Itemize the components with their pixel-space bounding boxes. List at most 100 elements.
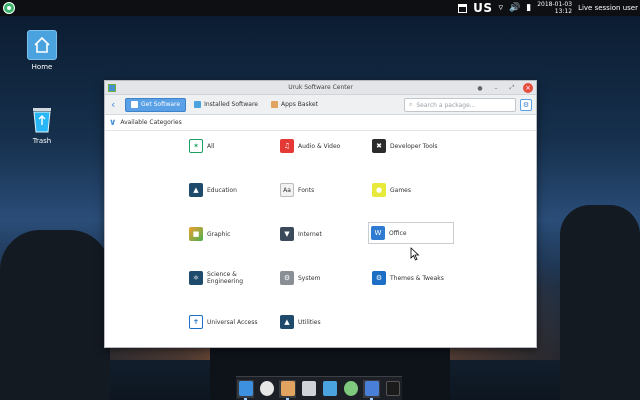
category-internet[interactable]: ▼ Internet	[278, 223, 364, 245]
category-label: Games	[390, 186, 411, 194]
window-menu-icon[interactable]: ●	[475, 85, 485, 92]
games-icon: ●	[372, 183, 386, 197]
running-indicator	[286, 397, 289, 400]
category-office[interactable]: W Office	[368, 222, 454, 244]
category-label: Office	[389, 229, 407, 237]
minimize-icon[interactable]: –	[491, 85, 501, 92]
back-chevron-icon[interactable]: ‹	[111, 98, 121, 111]
clock-date: 2018-01-03	[537, 1, 573, 8]
tools-icon: ✖	[372, 139, 386, 153]
window-titlebar[interactable]: Uruk Software Center ● – ⤢ ×	[105, 81, 536, 95]
category-themes-tweaks[interactable]: ⚙ Themes & Tweaks	[370, 267, 456, 289]
system-tray: US ▿ 🔊 ▮ 2018-01-03 13:12 Live session u…	[458, 0, 638, 16]
category-label: Universal Access	[207, 318, 258, 326]
category-label: Internet	[298, 230, 322, 238]
category-graphic[interactable]: ■ Graphic	[187, 223, 273, 245]
installed-software-button[interactable]: Installed Software	[189, 98, 263, 112]
education-icon: ▲	[189, 183, 203, 197]
battery-icon[interactable]: ▮	[526, 3, 531, 13]
maximize-icon[interactable]: ⤢	[507, 84, 517, 92]
desktop-icon-label: Home	[31, 63, 53, 71]
get-software-label: Get Software	[141, 101, 181, 108]
volume-icon[interactable]: 🔊	[509, 3, 520, 13]
category-label: Themes & Tweaks	[390, 274, 444, 282]
home-folder-icon	[27, 30, 57, 60]
system-gear-icon: ⚙	[280, 271, 294, 285]
settings-icon	[343, 381, 358, 396]
category-science-engineering[interactable]: ⚛ Science & Engineering	[187, 267, 273, 289]
music-note-icon: ♫	[280, 139, 294, 153]
search-input[interactable]	[416, 101, 505, 109]
all-apps-icon: ✶	[189, 139, 203, 153]
wallpaper-silo-left	[0, 230, 110, 400]
get-software-button[interactable]: Get Software	[125, 97, 187, 112]
section-label: Available Categories	[120, 119, 182, 126]
dock	[236, 376, 402, 400]
category-fonts[interactable]: Aa Fonts	[278, 179, 364, 201]
category-developer-tools[interactable]: ✖ Developer Tools	[370, 135, 456, 157]
keyboard-layout-indicator[interactable]: US	[473, 1, 492, 15]
atom-icon: ⚛	[189, 271, 203, 285]
installed-software-icon	[194, 101, 202, 108]
software-center-window: Uruk Software Center ● – ⤢ × ‹ Get Softw…	[104, 80, 537, 348]
dock-browser[interactable]	[258, 380, 275, 398]
mouse-cursor-icon	[410, 247, 420, 261]
dock-display[interactable]	[363, 379, 380, 400]
search-box[interactable]: ⌕	[404, 98, 516, 112]
dock-download[interactable]	[237, 379, 254, 400]
category-label: System	[298, 274, 321, 282]
top-panel: US ▿ 🔊 ▮ 2018-01-03 13:12 Live session u…	[0, 0, 640, 16]
wifi-icon[interactable]: ▿	[498, 3, 503, 13]
category-label: Education	[207, 186, 237, 194]
download-icon	[238, 381, 253, 396]
dock-settings[interactable]	[342, 380, 359, 398]
software-center-icon	[280, 381, 295, 396]
display-icon	[364, 381, 379, 396]
wallpaper-silo-right	[560, 205, 640, 400]
window-indicator-icon[interactable]	[458, 3, 468, 13]
installed-software-label: Installed Software	[204, 101, 258, 108]
dock-terminal[interactable]	[384, 380, 401, 398]
clock-time: 13:12	[554, 8, 573, 15]
category-utilities[interactable]: ▲ Utilities	[278, 311, 364, 333]
session-user-label[interactable]: Live session user	[578, 4, 638, 12]
category-all[interactable]: ✶ All	[187, 135, 273, 157]
category-universal-access[interactable]: ✝ Universal Access	[187, 311, 273, 333]
category-label: Audio & Video	[298, 142, 341, 150]
dock-software-center[interactable]	[279, 379, 296, 400]
terminal-icon	[385, 381, 400, 396]
document-icon	[301, 381, 316, 396]
desktop-trash-icon[interactable]: Trash	[17, 104, 67, 145]
dock-document[interactable]	[300, 380, 317, 398]
utilities-icon: ▲	[280, 315, 294, 329]
desktop-icon-label: Trash	[32, 137, 52, 145]
browser-icon	[259, 381, 274, 396]
themes-gear-icon: ⚙	[372, 271, 386, 285]
get-software-icon	[131, 101, 138, 108]
accessibility-icon: ✝	[189, 315, 203, 329]
basket-icon	[270, 101, 278, 108]
main-toolbar: ‹ Get Software Installed Software Apps B…	[105, 95, 536, 115]
available-categories-header[interactable]: ∨ Available Categories	[105, 115, 536, 131]
category-label: All	[207, 142, 215, 150]
dock-file-manager[interactable]	[321, 380, 338, 398]
app-menu-icon[interactable]	[3, 2, 15, 14]
window-title: Uruk Software Center	[288, 84, 353, 91]
category-audio-video[interactable]: ♫ Audio & Video	[278, 135, 364, 157]
settings-gear-icon[interactable]: ⚙	[520, 99, 532, 111]
apps-basket-label: Apps Basket	[280, 101, 318, 108]
clock[interactable]: 2018-01-03 13:12	[537, 1, 572, 15]
category-education[interactable]: ▲ Education	[187, 179, 273, 201]
category-grid: ✶ All ♫ Audio & Video ✖ Developer Tools …	[105, 131, 536, 347]
graphic-icon: ■	[189, 227, 203, 241]
category-games[interactable]: ● Games	[370, 179, 456, 201]
close-icon[interactable]: ×	[523, 83, 533, 93]
category-label: Graphic	[207, 230, 231, 238]
category-system[interactable]: ⚙ System	[278, 267, 364, 289]
category-label: Utilities	[298, 318, 321, 326]
category-label: Science & Engineering	[207, 271, 243, 285]
running-indicator	[244, 397, 247, 400]
desktop-home-icon[interactable]: Home	[17, 30, 67, 71]
apps-basket-button[interactable]: Apps Basket	[266, 98, 323, 112]
app-icon	[108, 84, 116, 92]
